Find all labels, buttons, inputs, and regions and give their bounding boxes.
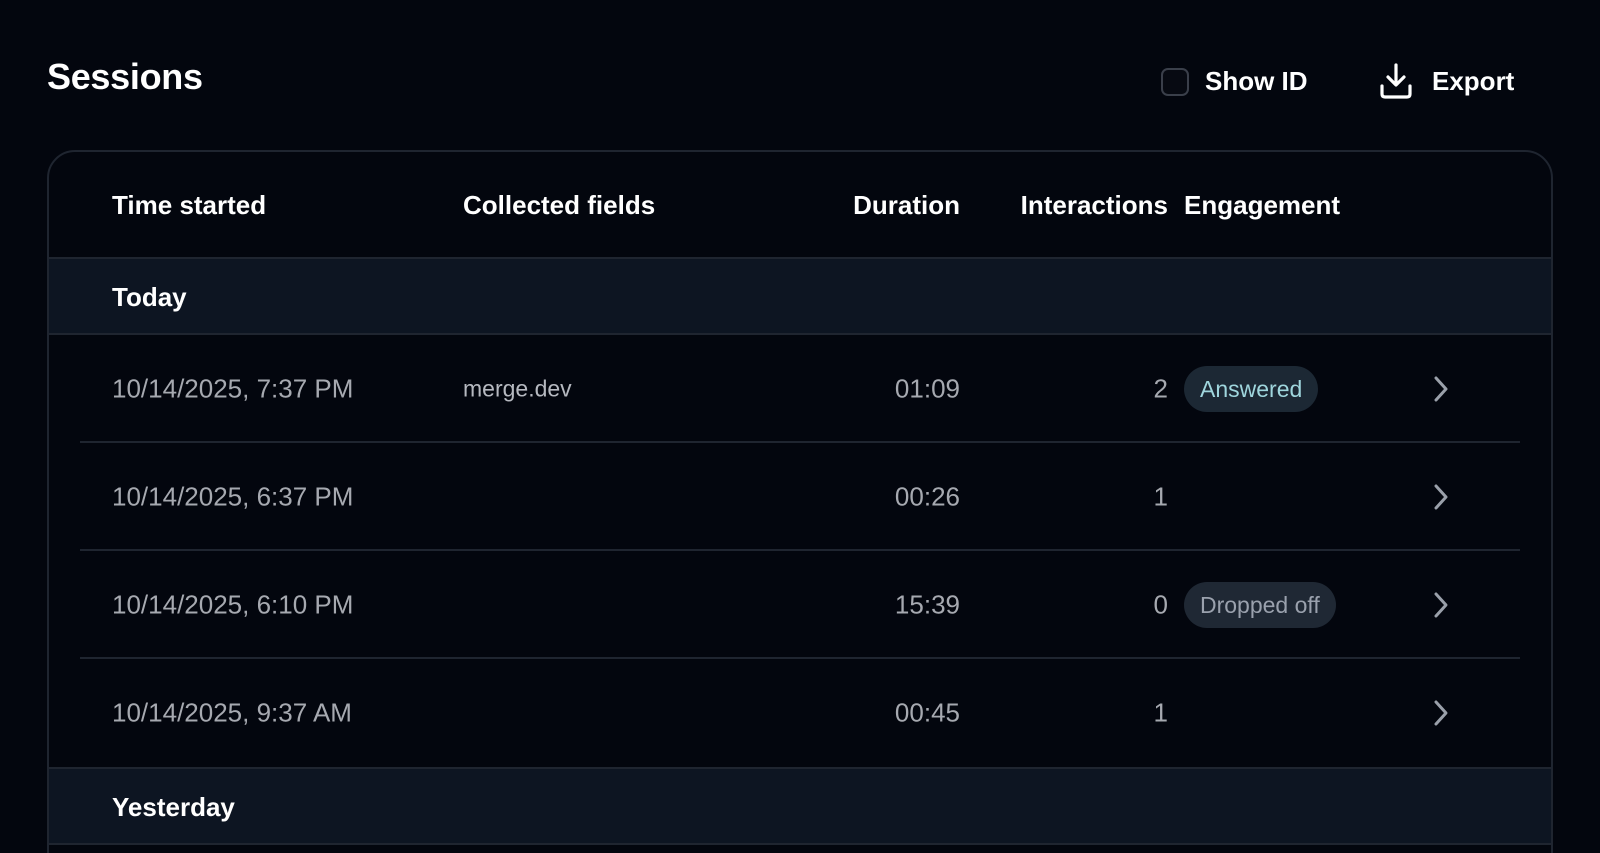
cell-interactions: 1 — [1153, 481, 1168, 512]
engagement-badge: Answered — [1184, 366, 1319, 412]
page-header: Sessions Show ID Export — [0, 0, 1600, 150]
group-label: Yesterday — [112, 792, 235, 822]
download-tray-icon — [1380, 63, 1412, 99]
cell-time-started: 10/14/2025, 6:37 PM — [112, 481, 354, 512]
cell-time-started: 10/14/2025, 6:10 PM — [112, 589, 354, 620]
cell-time-started: 10/14/2025, 9:37 AM — [112, 697, 352, 728]
column-header-duration: Duration — [853, 190, 960, 220]
export-button[interactable]: Export — [1378, 62, 1514, 100]
cell-duration: 00:26 — [894, 481, 960, 512]
sessions-page: Sessions Show ID Export Time started Col… — [0, 0, 1600, 853]
show-id-checkbox[interactable] — [1161, 67, 1189, 96]
cell-time-started: 10/14/2025, 7:37 PM — [112, 373, 354, 404]
table-row[interactable]: 10/14/2025, 6:37 PM 00:26 1 — [49, 443, 1551, 551]
chevron-right-icon[interactable] — [1431, 698, 1451, 728]
cell-duration: 00:45 — [894, 697, 960, 728]
group-label: Today — [112, 282, 187, 312]
chevron-right-icon[interactable] — [1431, 590, 1451, 620]
cell-interactions: 0 — [1153, 589, 1168, 620]
export-label: Export — [1432, 65, 1515, 96]
column-header-engagement: Engagement — [1184, 190, 1341, 220]
show-id-label: Show ID — [1205, 66, 1308, 96]
chevron-right-icon[interactable] — [1431, 374, 1451, 404]
table-header: Time started Collected fields Duration I… — [49, 152, 1551, 259]
cell-duration: 15:39 — [894, 589, 960, 620]
column-header-collected-fields: Collected fields — [463, 190, 656, 220]
table-row[interactable]: 10/14/2025, 9:37 AM 00:45 1 — [49, 659, 1551, 769]
engagement-badge: Dropped off — [1184, 582, 1336, 628]
table-row[interactable]: 10/14/2025, 7:37 PM merge.dev 01:09 2 An… — [49, 335, 1551, 443]
cell-interactions: 1 — [1153, 697, 1168, 728]
group-header-yesterday: Yesterday — [49, 769, 1551, 845]
table-row[interactable]: 10/14/2025, 6:10 PM 15:39 0 Dropped off — [49, 551, 1551, 659]
group-header-today: Today — [49, 259, 1551, 335]
page-title: Sessions — [47, 56, 203, 97]
column-header-time-started: Time started — [112, 190, 267, 220]
cell-interactions: 2 — [1153, 373, 1168, 404]
chevron-right-icon[interactable] — [1431, 482, 1451, 512]
cell-collected-fields: merge.dev — [463, 375, 572, 402]
show-id-toggle[interactable]: Show ID — [1161, 66, 1308, 97]
cell-duration: 01:09 — [894, 373, 960, 404]
column-header-interactions: Interactions — [1020, 190, 1168, 220]
sessions-table: Time started Collected fields Duration I… — [47, 150, 1553, 853]
